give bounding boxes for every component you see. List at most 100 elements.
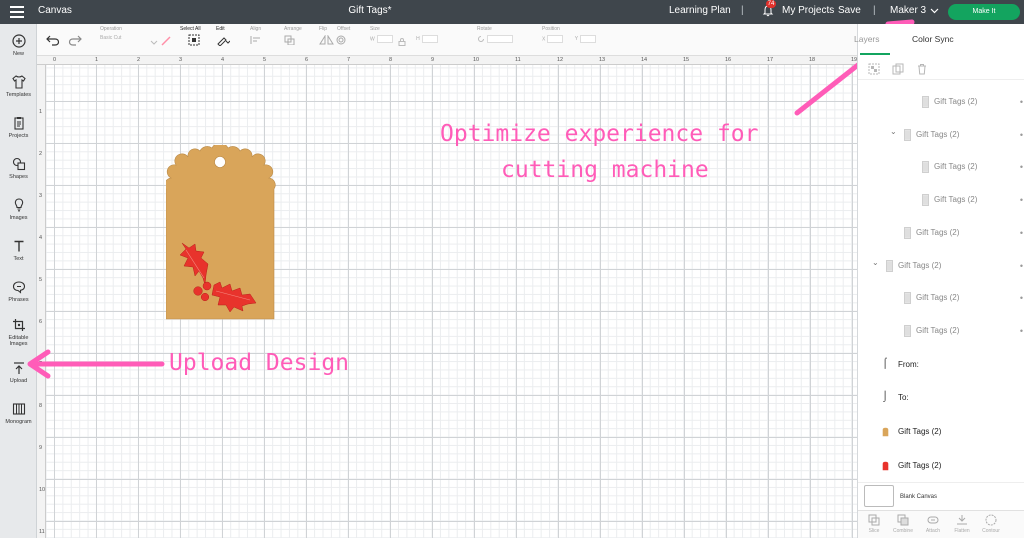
offset-label: Offset bbox=[337, 26, 351, 32]
ruler-tick-label: 11 bbox=[515, 57, 521, 63]
document-title[interactable]: Gift Tags* bbox=[0, 5, 740, 16]
top-ruler: 0 1 2 3 4 5 6 7 8 9 10 11 12 13 14 15 16 17 18 19 bbox=[37, 56, 857, 65]
height-input[interactable] bbox=[421, 35, 438, 43]
slice-label: Slice bbox=[868, 528, 880, 534]
save-button[interactable]: Save bbox=[838, 5, 861, 16]
layer-thumbnail-icon bbox=[886, 259, 893, 272]
active-tab-indicator bbox=[860, 53, 890, 55]
y-input[interactable] bbox=[580, 35, 597, 43]
gift-tag-design[interactable] bbox=[166, 145, 276, 323]
redo-icon[interactable] bbox=[68, 34, 82, 46]
trash-icon[interactable] bbox=[916, 62, 928, 75]
monogram-icon bbox=[12, 403, 25, 415]
operation-dropdown[interactable]: Operation Basic Cut bbox=[100, 26, 122, 41]
slice-button[interactable]: Slice bbox=[861, 514, 887, 534]
sidebar-item-upload[interactable]: Upload bbox=[0, 357, 37, 395]
layer-row[interactable]: ⌄ Gift Tags (2) • bbox=[858, 121, 1024, 151]
combine-label: Combine bbox=[892, 528, 913, 534]
sidebar-item-new[interactable]: New bbox=[0, 30, 37, 68]
ruler-tick-label: 6 bbox=[305, 57, 309, 63]
optimize-annotation-line2: cutting machine bbox=[501, 157, 709, 183]
layer-visibility-icon[interactable]: • bbox=[1020, 326, 1023, 336]
ruler-tick-label: 12 bbox=[557, 57, 564, 63]
top-bar: Canvas Gift Tags* Learning Plan | 74 My … bbox=[0, 0, 1024, 24]
group-icon[interactable] bbox=[868, 62, 880, 75]
sidebar-item-shapes[interactable]: Shapes bbox=[0, 153, 37, 191]
tab-layers[interactable]: Layers bbox=[854, 34, 880, 44]
sidebar-item-label: Images bbox=[9, 215, 28, 221]
layer-row[interactable]: Gift Tags (2) • bbox=[858, 317, 1024, 347]
layer-row[interactable]: Gift Tags (2) • bbox=[858, 153, 1024, 183]
sidebar-item-label: Monogram bbox=[5, 419, 32, 425]
lock-icon[interactable] bbox=[398, 38, 406, 46]
optimize-annotation-line1: Optimize experience for bbox=[440, 121, 759, 147]
operation-label: Operation bbox=[100, 26, 122, 32]
flip-dropdown[interactable]: Flip bbox=[319, 26, 335, 45]
color-layer-row[interactable]: Gift Tags (2) bbox=[858, 417, 1024, 447]
layer-visibility-icon[interactable]: • bbox=[1020, 261, 1023, 271]
machine-selector[interactable]: Maker 3 bbox=[890, 5, 926, 16]
layer-thumbnail-icon bbox=[922, 96, 929, 108]
layer-visibility-icon[interactable]: • bbox=[1020, 97, 1023, 107]
sidebar-item-label: Upload bbox=[9, 378, 28, 384]
sidebar-item-monogram[interactable]: Monogram bbox=[0, 398, 37, 436]
sidebar-item-templates[interactable]: Templates bbox=[0, 71, 37, 109]
sidebar-item-images[interactable]: Images bbox=[0, 194, 37, 232]
edit-toolbar: Operation Basic Cut Select All Edit Alig… bbox=[37, 24, 857, 56]
sidebar-item-editable-images[interactable]: Editable Images bbox=[0, 314, 37, 358]
offset-button[interactable]: Offset bbox=[335, 26, 351, 45]
layer-visibility-icon[interactable]: • bbox=[1020, 293, 1023, 303]
combine-button[interactable]: Combine bbox=[890, 514, 916, 534]
chevron-down-icon[interactable]: ⌄ bbox=[890, 127, 897, 136]
pen-color-icon[interactable] bbox=[161, 36, 171, 46]
ruler-tick-label: 13 bbox=[599, 57, 606, 63]
duplicate-icon[interactable] bbox=[892, 62, 904, 75]
undo-icon[interactable] bbox=[46, 34, 60, 46]
to-label: To: bbox=[898, 393, 909, 402]
contour-button[interactable]: Contour bbox=[978, 514, 1004, 534]
layer-visibility-icon[interactable]: • bbox=[1020, 162, 1023, 172]
sidebar-item-label: New bbox=[12, 51, 24, 57]
rotate-input[interactable] bbox=[487, 35, 513, 43]
make-it-button[interactable]: Make It bbox=[948, 4, 1020, 20]
align-icon bbox=[250, 36, 260, 44]
layer-visibility-icon[interactable]: • bbox=[1020, 195, 1023, 205]
arrange-dropdown[interactable]: Arrange bbox=[284, 26, 302, 45]
attach-icon bbox=[927, 516, 939, 524]
shirt-icon bbox=[11, 75, 26, 89]
color-layer-row[interactable]: Gift Tags (2) bbox=[858, 451, 1024, 481]
sidebar-item-phrases[interactable]: Phrases bbox=[0, 276, 37, 314]
layer-row[interactable]: Gift Tags (2) • bbox=[858, 219, 1024, 249]
layers-panel: Layers Color Sync Gift Tags (2) • ⌄ Gift Ta… bbox=[854, 24, 1024, 538]
panel-actions: Slice Combine Attach Flatten Contour bbox=[858, 510, 1024, 538]
attach-button[interactable]: Attach bbox=[920, 514, 946, 534]
x-input[interactable] bbox=[547, 35, 564, 43]
layer-row[interactable]: ⌄ Gift Tags (2) • bbox=[858, 252, 1024, 282]
layer-visibility-icon[interactable]: • bbox=[1020, 228, 1023, 238]
arrange-icon bbox=[284, 35, 295, 45]
sidebar-item-text[interactable]: Text bbox=[0, 235, 37, 273]
layer-row[interactable]: Gift Tags (2) • bbox=[858, 88, 1024, 118]
layer-name: Gift Tags (2) bbox=[934, 97, 978, 106]
tab-color-sync[interactable]: Color Sync bbox=[912, 34, 954, 44]
layer-visibility-icon[interactable]: • bbox=[1020, 130, 1023, 140]
ruler-tick-label: 10 bbox=[473, 57, 480, 63]
sidebar-item-projects[interactable]: Projects bbox=[0, 112, 37, 150]
layer-name: Gift Tags (2) bbox=[934, 162, 978, 172]
pos-y-label: Y bbox=[574, 36, 579, 43]
upload-icon bbox=[13, 362, 24, 374]
layer-row[interactable]: Gift Tags (2) • bbox=[858, 284, 1024, 314]
chevron-down-icon[interactable]: ⌄ bbox=[872, 258, 879, 267]
my-projects-link[interactable]: My Projects bbox=[782, 5, 834, 16]
width-input[interactable] bbox=[376, 35, 393, 43]
select-all-button[interactable]: Select All bbox=[180, 26, 201, 46]
ruler-tick-label: 5 bbox=[263, 57, 267, 63]
layer-row[interactable]: Gift Tags (2) • bbox=[858, 186, 1024, 216]
chevron-down-icon[interactable] bbox=[149, 37, 159, 47]
learning-plan-link[interactable]: Learning Plan bbox=[669, 5, 731, 16]
align-dropdown[interactable]: Align bbox=[250, 26, 266, 45]
blank-canvas-swatch[interactable] bbox=[864, 485, 894, 507]
edit-dropdown[interactable]: Edit bbox=[216, 26, 230, 46]
chevron-down-icon[interactable] bbox=[930, 6, 939, 15]
flatten-button[interactable]: Flatten bbox=[949, 514, 975, 534]
